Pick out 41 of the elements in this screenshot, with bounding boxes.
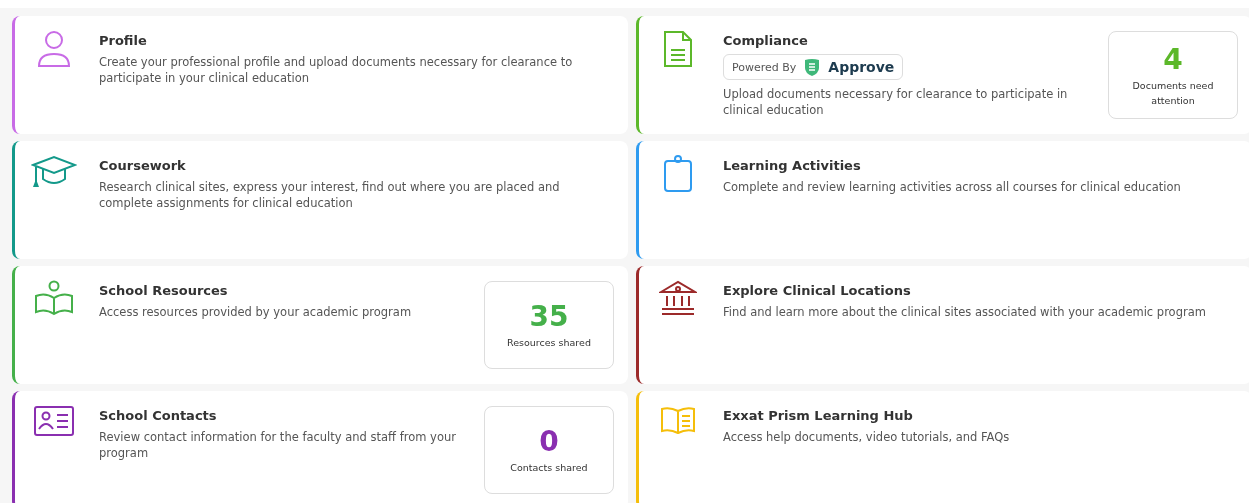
brand-name: Approve	[828, 59, 895, 75]
open-book-icon	[660, 405, 696, 435]
card-title: Coursework	[99, 158, 187, 173]
card-description: Access resources provided by your academic program	[99, 304, 413, 320]
document-icon	[663, 30, 693, 68]
card-title: Learning Activities	[723, 158, 862, 173]
powered-by-label: Powered By	[732, 60, 797, 74]
dashboard-card[interactable]: Profile Create your professional profile and upload documents necessary for clearance to participate in your clinical education	[12, 16, 628, 134]
shield-logo-icon	[804, 58, 821, 76]
dashboard-card[interactable]: Compliance Powered By Approve Upload documents necessary for clearance to participate in clinical education 4 Documents need attention	[636, 16, 1249, 134]
dashboard-card[interactable]: School Contacts Review contact information for the faculty and staff from your program 0 Contacts shared	[12, 391, 628, 503]
reader-book-icon	[34, 280, 74, 318]
card-description: Create your professional profile and upload documents necessary for clearance to participate in your clinical education	[99, 54, 574, 86]
stat-value: 4	[1163, 42, 1183, 76]
card-title: Compliance	[723, 33, 809, 48]
stat-label: Contacts shared	[510, 461, 588, 475]
card-description: Research clinical sites, express your interest, find out where you are placed and complete assignments for clinical education	[99, 179, 561, 211]
dashboard-card[interactable]: Explore Clinical Locations Find and learn more about the clinical sites associated with your academic program	[636, 266, 1249, 384]
card-description: Complete and review learning activities across all courses for clinical education	[723, 179, 1182, 195]
dashboard-card[interactable]: Exxat Prism Learning Hub Access help documents, video tutorials, and FAQs	[636, 391, 1249, 503]
dashboard-card[interactable]: Learning Activities Complete and review learning activities across all courses for clinical education	[636, 141, 1249, 259]
stat-label: Documents need attention	[1131, 78, 1215, 108]
contact-card-icon	[33, 405, 75, 437]
stat-value: 0	[539, 425, 559, 458]
clipboard-icon	[663, 155, 693, 193]
card-description: Upload documents necessary for clearance to participate in clinical education	[723, 86, 1069, 118]
card-title: Exxat Prism Learning Hub	[723, 408, 914, 423]
card-description: Review contact information for the faculty and staff from your program	[99, 429, 457, 461]
card-title: Profile	[99, 33, 148, 48]
building-icon	[659, 280, 697, 316]
dashboard-card[interactable]: Coursework Research clinical sites, express your interest, find out where you are placed and complete assignments for clinical education	[12, 141, 628, 259]
stat-value: 35	[529, 300, 569, 333]
dashboard-card[interactable]: School Resources Access resources provided by your academic program 35 Resources shared	[12, 266, 628, 384]
card-description: Find and learn more about the clinical sites associated with your academic program	[723, 304, 1207, 320]
card-description: Access help documents, video tutorials, and FAQs	[723, 429, 1011, 445]
person-icon	[37, 30, 71, 68]
card-title: School Resources	[99, 283, 229, 298]
stat-label: Resources shared	[507, 336, 591, 350]
graduation-cap-icon	[31, 155, 77, 189]
card-title: Explore Clinical Locations	[723, 283, 912, 298]
card-title: School Contacts	[99, 408, 218, 423]
